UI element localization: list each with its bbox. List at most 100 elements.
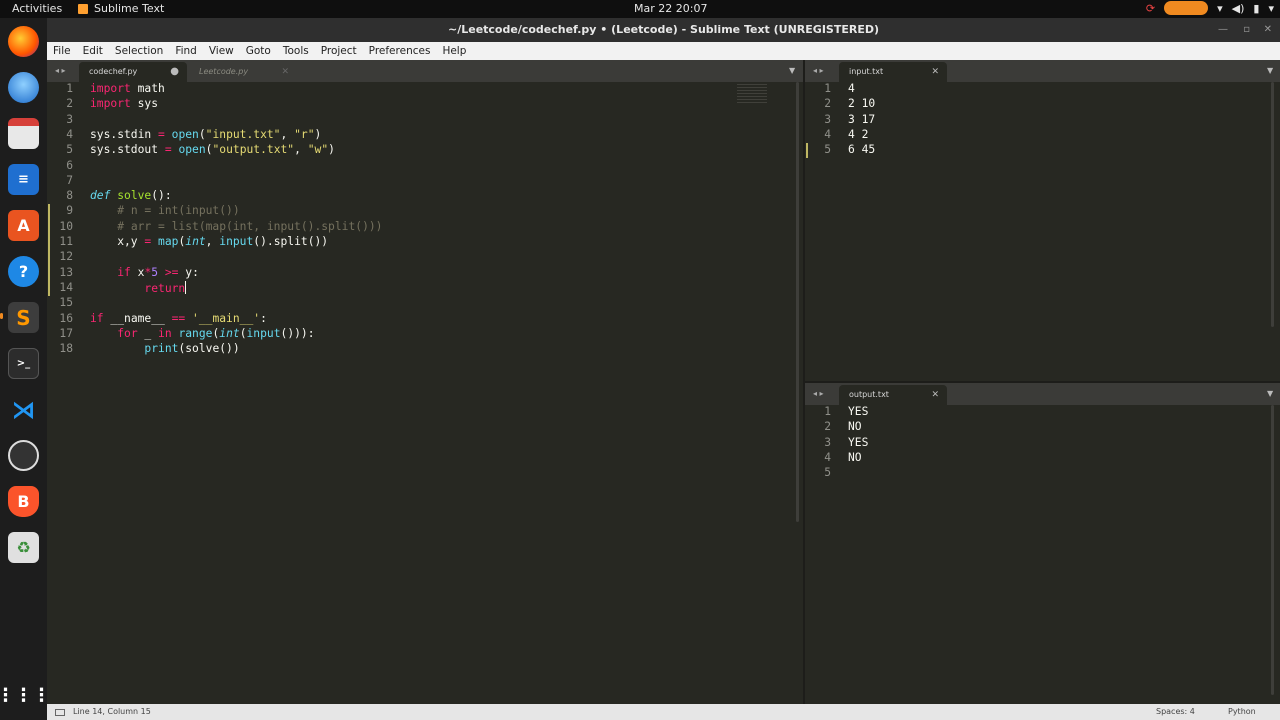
line-number: 4 [824, 127, 831, 141]
brave-icon[interactable]: B [8, 486, 39, 517]
line-number: 5 [824, 466, 831, 480]
close-tab-icon[interactable]: ✕ [281, 62, 289, 82]
line-number: 11 [59, 235, 73, 248]
obs-icon[interactable] [8, 440, 39, 471]
apps-grid-icon[interactable]: ⋮⋮⋮ [0, 680, 51, 711]
editor-input[interactable]: 1234542 10 3 17 4 26 45 [805, 82, 1280, 382]
line-number: 17 [59, 326, 73, 340]
software-icon[interactable]: A [8, 210, 39, 241]
line-number: 2 [66, 97, 73, 111]
line-number: 7 [66, 173, 73, 187]
sublime-small-icon [78, 3, 88, 14]
line-number: 5 [66, 143, 73, 157]
minimap[interactable] [737, 84, 767, 104]
line-number: 1 [824, 82, 831, 95]
screen-share-indicator[interactable] [1164, 1, 1209, 15]
firefox-icon[interactable] [8, 26, 39, 57]
tab-input[interactable]: input.txt ✕ [839, 62, 947, 82]
power-menu-icon[interactable]: ▾ [1268, 2, 1274, 15]
tab-nav-arrows[interactable]: ◂ ▸ [55, 60, 66, 82]
modified-dot-icon[interactable]: ● [170, 62, 179, 82]
tab-dropdown-icon[interactable]: ▼ [789, 60, 795, 82]
code-line: print(solve()) [144, 342, 240, 356]
line-number: 13 [59, 265, 73, 279]
tab-nav-arrows[interactable]: ◂ ▸ [813, 60, 824, 82]
code-line: import sys [90, 97, 159, 111]
menu-selection[interactable]: Selection [109, 45, 169, 57]
close-button[interactable]: ✕ [1264, 18, 1272, 42]
window-titlebar[interactable]: ~/Leetcode/codechef.py • (Leetcode) - Su… [47, 18, 1280, 42]
tab-dropdown-icon[interactable]: ▼ [1267, 383, 1273, 405]
menu-project[interactable]: Project [315, 45, 363, 57]
code-line: # n = int(input()) [117, 204, 240, 218]
indentation-setting[interactable]: Spaces: 4 [1156, 704, 1195, 720]
dock: ≡ A ? S >_ ⋊ B ♻ ⋮⋮⋮ [0, 18, 51, 720]
tab-output[interactable]: output.txt ✕ [839, 385, 947, 405]
menu-edit[interactable]: Edit [77, 45, 109, 57]
line-number: 3 [824, 112, 831, 126]
writer-icon[interactable]: ≡ [8, 164, 39, 195]
line-number: 4 [66, 127, 73, 141]
menu-find[interactable]: Find [169, 45, 203, 57]
update-icon[interactable]: ⟳ [1146, 2, 1155, 15]
text-line: YES [848, 435, 869, 449]
terminal-icon[interactable]: >_ [8, 348, 39, 379]
vscode-icon[interactable]: ⋊ [8, 394, 39, 425]
syntax-setting[interactable]: Python [1228, 704, 1256, 720]
line-number: 9 [66, 204, 73, 218]
tab-codechef[interactable]: codechef.py ● [79, 62, 187, 82]
scrollbar[interactable] [1271, 82, 1274, 327]
text-line: 6 45 [848, 143, 876, 157]
code-line: if __name__ == '__main__': [90, 311, 267, 325]
files-icon[interactable] [8, 118, 39, 149]
help-icon[interactable]: ? [8, 256, 39, 287]
menu-preferences[interactable]: Preferences [363, 45, 437, 57]
line-number: 2 [824, 420, 831, 434]
clock[interactable]: Mar 22 20:07 [634, 2, 707, 15]
trash-icon[interactable]: ♻ [8, 532, 39, 563]
line-number: 14 [59, 280, 73, 294]
status-bar: Line 14, Column 15 Spaces: 4 Python [47, 704, 1280, 720]
tab-label: input.txt [849, 67, 884, 76]
close-tab-icon[interactable]: ✕ [931, 385, 939, 405]
line-number: 10 [59, 219, 73, 233]
editor-codechef[interactable]: import math import sys sys.stdin = open(… [47, 82, 799, 704]
text-line: 4 [848, 82, 855, 95]
wifi-icon[interactable]: ▾ [1217, 2, 1223, 15]
menu-view[interactable]: View [203, 45, 240, 57]
thunderbird-icon[interactable] [8, 72, 39, 103]
tab-label: Leetcode.py [199, 67, 249, 76]
minimize-button[interactable]: — [1218, 18, 1228, 42]
battery-icon[interactable]: ▮ [1253, 2, 1259, 15]
tab-dropdown-icon[interactable]: ▼ [1267, 60, 1273, 82]
editor-output[interactable]: 1 2 3 4 5 YES NO YES NO [805, 405, 1280, 704]
code-line: def solve(): [90, 189, 172, 203]
tab-label: output.txt [849, 390, 889, 399]
volume-icon[interactable]: ◀) [1232, 2, 1245, 15]
line-number: 2 [824, 97, 831, 111]
activities-button[interactable]: Activities [12, 2, 62, 15]
left-tab-strip: ◂ ▸ codechef.py ● Leetcode.py ✕ ▼ [47, 60, 805, 82]
scrollbar[interactable] [1271, 405, 1274, 695]
line-number: 5 [824, 143, 831, 157]
maximize-button[interactable]: ▫ [1243, 18, 1250, 42]
tab-nav-arrows[interactable]: ◂ ▸ [813, 383, 824, 405]
menu-goto[interactable]: Goto [240, 45, 277, 57]
line-number: 3 [824, 435, 831, 449]
text-cursor [185, 280, 187, 294]
panel-toggle-icon[interactable] [55, 709, 65, 716]
menu-help[interactable]: Help [436, 45, 472, 57]
menu-file[interactable]: File [47, 45, 77, 57]
app-menu[interactable]: Sublime Text [78, 2, 164, 15]
tab-leetcode[interactable]: Leetcode.py ✕ [189, 62, 297, 82]
menu-tools[interactable]: Tools [277, 45, 315, 57]
active-indicator [0, 313, 3, 319]
line-number: 18 [59, 342, 73, 356]
system-tray[interactable]: ⟳ ▾ ◀) ▮ ▾ [1146, 1, 1274, 15]
code-line: if x*5 >= y: [117, 265, 199, 279]
sublime-icon[interactable]: S [8, 302, 39, 333]
close-tab-icon[interactable]: ✕ [931, 62, 939, 82]
line-number: 4 [824, 450, 831, 464]
code-line: import math [90, 82, 165, 95]
scrollbar[interactable] [796, 82, 799, 522]
